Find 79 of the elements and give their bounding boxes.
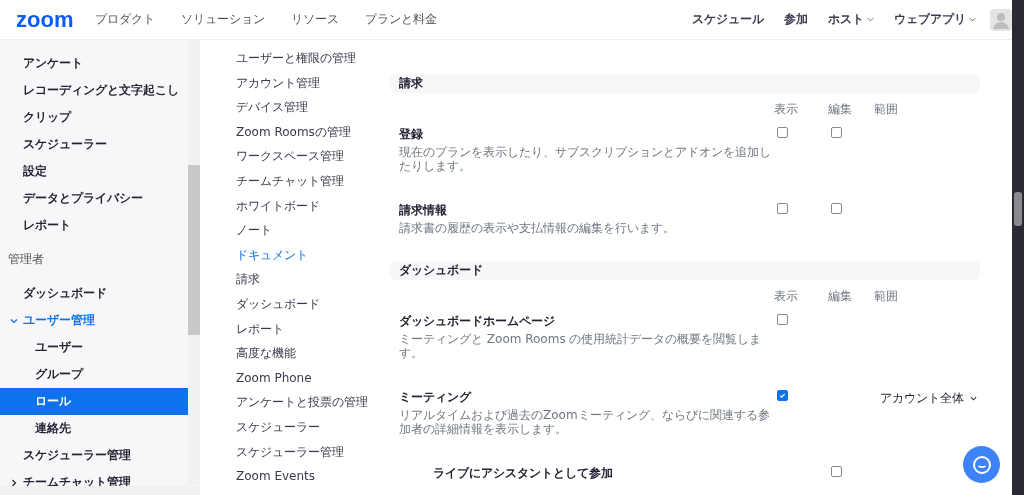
sidebar-item[interactable]: クリップ	[0, 104, 188, 131]
permission-description: リアルタイムおよび過去のZoomミーティング、ならびに関連する参加者の詳細情報を表示します。	[399, 408, 771, 436]
scope-dropdown[interactable]: アカウント全体	[880, 390, 1002, 407]
scrollbar[interactable]	[0, 486, 200, 495]
column-header: 編集	[828, 101, 852, 118]
permission-description: 現在のプランを表示したり、サブスクリプションとアドオンを追加したりします。	[399, 145, 772, 173]
chevron-down-icon	[969, 17, 976, 22]
section-header: 請求	[390, 74, 980, 93]
section-link[interactable]: スケジューラー	[236, 416, 390, 442]
checkbox[interactable]	[777, 127, 788, 138]
section-link[interactable]: Zoom Roomsの管理	[236, 121, 390, 147]
sidebar-item[interactable]: スケジューラー管理	[0, 442, 188, 469]
column-header: 表示	[774, 101, 798, 118]
section-link[interactable]: チームチャット管理	[236, 170, 390, 196]
nav-link[interactable]: ソリューション	[181, 11, 266, 28]
sidebar-item[interactable]: 設定	[0, 158, 188, 185]
header-link[interactable]: ホスト	[828, 12, 874, 27]
section-link[interactable]: ホワイトボード	[236, 195, 390, 221]
section-link[interactable]: アンケートと投票の管理	[236, 392, 390, 417]
chevron-right-icon	[10, 478, 18, 487]
chevron-down-icon	[970, 396, 977, 401]
permission-title: 登録	[399, 126, 423, 142]
checkbox[interactable]	[777, 203, 788, 214]
permission-description: ミーティングと Zoom Rooms の使用統計データの概要を閲覧します。	[399, 332, 763, 360]
permission-title: ミーティング	[399, 389, 471, 405]
avatar-icon[interactable]	[990, 8, 1012, 31]
header-link[interactable]: 参加	[784, 12, 808, 27]
chevron-down-icon	[10, 316, 18, 325]
sidebar-item[interactable]: データとプライバシー	[0, 185, 188, 212]
section-link[interactable]: レポート	[236, 318, 390, 344]
section-link[interactable]: Zoom Phone	[236, 367, 390, 393]
nav-link[interactable]: プロダクト	[95, 11, 156, 28]
checkbox[interactable]	[831, 203, 842, 214]
sidebar-item[interactable]: 連絡先	[0, 415, 188, 442]
section-link[interactable]: 高度な機能	[236, 343, 390, 368]
scrollbar[interactable]	[188, 40, 200, 485]
scrollbar[interactable]	[1012, 0, 1024, 495]
header-link[interactable]: ウェブアプリ	[894, 12, 976, 27]
chat-icon	[971, 454, 992, 475]
checkbox[interactable]	[777, 314, 788, 325]
chat-button[interactable]	[963, 446, 1000, 483]
permission-title: ライブにアシスタントとして参加	[433, 465, 613, 481]
column-header: 表示	[774, 288, 798, 305]
sidebar-item[interactable]: グループ	[0, 361, 188, 388]
section-link[interactable]: 請求	[236, 269, 390, 294]
section-link[interactable]: ワークスペース管理	[236, 146, 390, 171]
nav-link[interactable]: リソース	[291, 11, 340, 28]
section-link[interactable]: ダッシュボード	[236, 293, 390, 319]
permission-description: 請求書の履歴の表示や支払情報の編集を行います。	[399, 221, 676, 235]
column-header: 編集	[828, 288, 852, 305]
nav-link[interactable]: プランと料金	[365, 11, 438, 28]
checkbox[interactable]	[777, 390, 788, 401]
section-link[interactable]: ドキュメント	[236, 244, 390, 270]
section-link[interactable]: ユーザーと権限の管理	[236, 48, 390, 73]
checkbox[interactable]	[831, 466, 842, 477]
section-link[interactable]: スケジューラー管理	[236, 441, 390, 467]
section-link[interactable]: Zoom Events	[236, 466, 390, 491]
sidebar-item[interactable]: ユーザー管理	[0, 307, 188, 334]
column-header: 範囲	[874, 101, 898, 118]
sidebar-item[interactable]: ロール	[0, 388, 188, 415]
header-link[interactable]: スケジュール	[692, 12, 764, 27]
section-header: ダッシュボード	[390, 261, 980, 280]
section-link[interactable]: デバイス管理	[236, 97, 390, 122]
checkbox[interactable]	[831, 127, 842, 138]
check-icon	[778, 391, 787, 400]
sidebar-item[interactable]: レコーディングと文字起こし	[0, 77, 188, 104]
permission-title: ダッシュボードホームページ	[399, 313, 555, 329]
sidebar-item[interactable]: ダッシュボード	[0, 280, 188, 307]
column-header: 範囲	[874, 288, 898, 305]
sidebar-item[interactable]: アンケート	[0, 50, 188, 77]
sidebar-heading: 管理者	[7, 251, 45, 268]
section-link[interactable]: アカウント管理	[236, 72, 390, 98]
chevron-down-icon	[867, 17, 874, 22]
permission-title: 請求情報	[399, 202, 447, 218]
section-link[interactable]: ノート	[236, 220, 390, 245]
sidebar-item[interactable]: ユーザー	[0, 334, 188, 361]
sidebar-item[interactable]: レポート	[0, 212, 188, 239]
zoom-logo[interactable]: zoom	[16, 6, 74, 33]
sidebar-item[interactable]: スケジューラー	[0, 131, 188, 158]
